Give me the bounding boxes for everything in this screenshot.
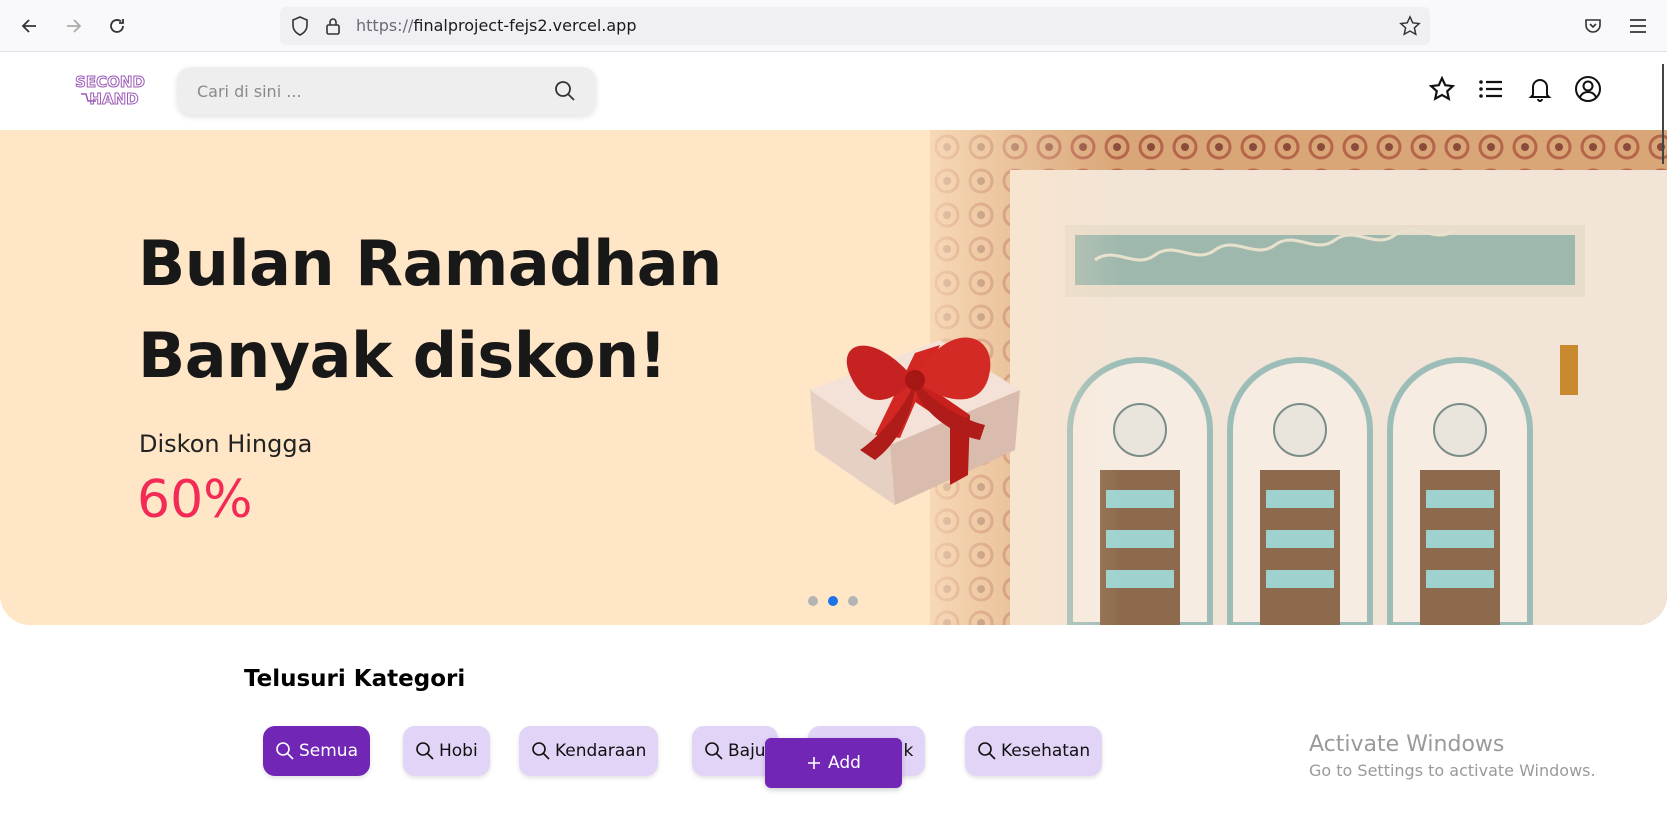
secondhand-logo[interactable]: SECOND HAND — [70, 72, 150, 109]
watermark-line2: Go to Settings to activate Windows. — [1309, 761, 1596, 780]
url-host: finalproject-fejs2.vercel.app — [413, 16, 637, 35]
search-icon — [416, 742, 434, 760]
search-icon — [705, 742, 723, 760]
category-chip-label: Kesehatan — [1001, 741, 1091, 761]
app-header: SECOND HAND — [0, 52, 1667, 130]
carousel-indicators — [808, 596, 858, 608]
hero-title-line1: Bulan Ramadhan — [138, 227, 722, 300]
svg-text:SECOND: SECOND — [75, 73, 145, 91]
carousel-dot-active[interactable] — [828, 596, 838, 606]
category-chip-kesehatan[interactable]: Kesehatan — [965, 726, 1103, 776]
hero-title: Bulan Ramadhan Banyak diskon! — [138, 218, 722, 402]
category-chip-kendaraan[interactable]: Kendaraan — [519, 726, 659, 776]
hero-discount: 60% — [137, 470, 253, 530]
carousel-dot[interactable] — [848, 596, 858, 606]
scrollbar[interactable] — [1662, 64, 1664, 164]
carousel-dot[interactable] — [808, 596, 818, 606]
shield-icon[interactable] — [289, 15, 311, 37]
list-icon[interactable] — [1476, 74, 1506, 104]
category-section-title: Telusuri Kategori — [244, 666, 466, 692]
pocket-icon[interactable] — [1582, 15, 1604, 37]
search-icon[interactable] — [553, 79, 577, 103]
watermark-line1: Activate Windows — [1309, 732, 1505, 757]
lock-icon[interactable] — [322, 15, 344, 37]
reload-icon[interactable] — [103, 12, 131, 40]
hero-banner[interactable]: Bulan Ramadhan Banyak diskon! Diskon Hin… — [0, 130, 1667, 625]
forward-icon[interactable] — [59, 12, 87, 40]
category-chip-semua[interactable]: Semua — [263, 726, 371, 776]
browser-toolbar: https://finalproject-fejs2.vercel.app — [0, 0, 1667, 52]
add-product-button[interactable]: Add — [765, 738, 902, 788]
plus-icon — [808, 757, 821, 769]
windows-activation-watermark: Activate Windows Go to Settings to activ… — [1309, 732, 1596, 780]
hero-subtitle: Diskon Hingga — [139, 430, 313, 458]
search-icon — [978, 742, 996, 760]
add-button-label: Add — [828, 753, 861, 773]
search-icon — [532, 742, 550, 760]
bell-icon[interactable] — [1525, 74, 1555, 104]
back-icon[interactable] — [16, 12, 44, 40]
url-protocol: https:// — [356, 16, 414, 35]
search-box — [177, 67, 596, 115]
category-chip-label: Hobi — [439, 741, 478, 761]
hero-title-line2: Banyak diskon! — [138, 319, 667, 392]
category-chip-hobi[interactable]: Hobi — [403, 726, 490, 776]
menu-icon[interactable] — [1627, 15, 1649, 37]
wishlist-star-icon[interactable] — [1427, 74, 1457, 104]
user-icon[interactable] — [1573, 74, 1603, 104]
category-chip-label: Baju — [728, 741, 766, 761]
search-icon — [276, 742, 294, 760]
url-text[interactable]: https://finalproject-fejs2.vercel.app — [356, 16, 636, 35]
category-chip-label: Kendaraan — [555, 741, 647, 761]
category-chip-label: Semua — [299, 741, 359, 761]
search-input[interactable] — [197, 67, 527, 115]
gift-box-image — [810, 337, 1020, 505]
bookmark-star-icon[interactable] — [1399, 15, 1421, 37]
svg-text:HAND: HAND — [89, 90, 138, 108]
